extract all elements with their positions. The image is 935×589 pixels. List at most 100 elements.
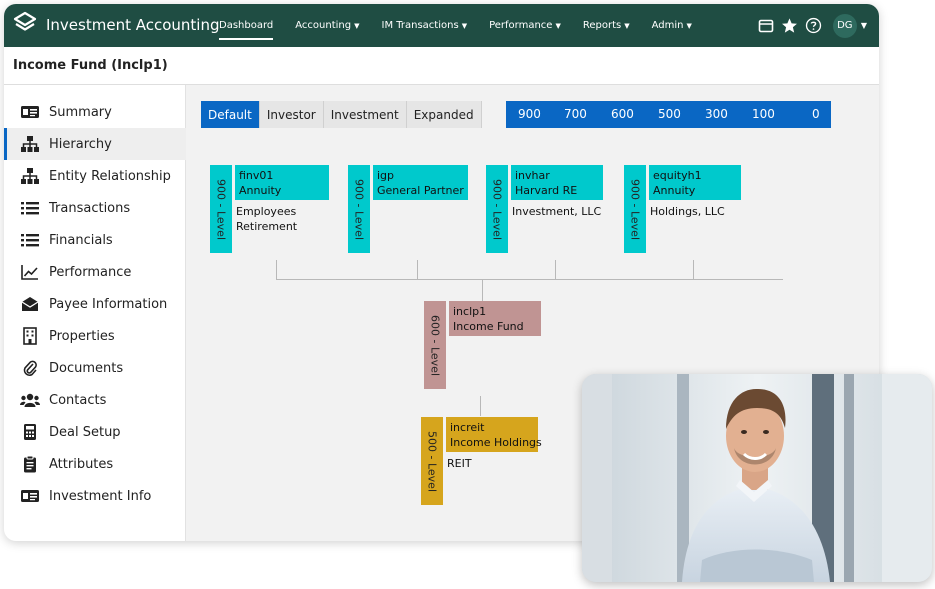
nav-accounting[interactable]: Accounting ▼: [286, 4, 368, 47]
level-900[interactable]: 900: [518, 107, 541, 121]
envelope-icon: [20, 295, 40, 313]
node-type: Income Fund: [453, 320, 524, 333]
nav-dashboard[interactable]: Dashboard: [210, 4, 282, 47]
connector-line: [693, 260, 694, 280]
nav-label: IM Transactions: [381, 20, 459, 31]
list-icon: [20, 199, 40, 217]
level-100[interactable]: 100: [752, 107, 775, 121]
nav-reports[interactable]: Reports ▼: [574, 4, 639, 47]
nav-im-transactions[interactable]: IM Transactions ▼: [373, 4, 477, 47]
hierarchy-icon: [20, 167, 40, 185]
hierarchy-node-finv01[interactable]: 900 - Level finv01 Annuity Employees Ret…: [210, 165, 350, 253]
star-icon[interactable]: [781, 17, 799, 35]
caret-down-icon: ▼: [555, 21, 561, 30]
header-actions: DG ▼: [751, 4, 867, 47]
tab-default[interactable]: Default: [201, 101, 260, 128]
node-code: inclp1: [453, 305, 487, 318]
hierarchy-icon: [20, 135, 40, 153]
sidebar-item-documents[interactable]: Documents: [4, 352, 186, 384]
app-title: Investment Accounting: [46, 16, 220, 34]
contacts-icon: [20, 391, 40, 409]
node-code: invhar: [515, 169, 550, 182]
sidebar-item-deal-setup[interactable]: Deal Setup: [4, 416, 186, 448]
sidebar-item-investment-info[interactable]: Investment Info: [4, 480, 186, 512]
help-icon[interactable]: [805, 17, 823, 35]
sidebar-item-contacts[interactable]: Contacts: [4, 384, 186, 416]
hierarchy-node-increit[interactable]: 500 - Level increit Income Holdings REIT: [421, 417, 546, 505]
caret-down-icon[interactable]: ▼: [861, 21, 867, 30]
page-header: Income Fund (Inclp1): [4, 47, 879, 85]
node-description: Investment, LLC: [512, 205, 602, 218]
nav-label: Reports: [582, 20, 622, 31]
hierarchy-node-invhar[interactable]: 900 - Level invhar Harvard RE Investment…: [486, 165, 611, 253]
nav-performance[interactable]: Performance ▼: [480, 4, 570, 47]
building-icon: [20, 327, 40, 345]
avatar[interactable]: DG: [832, 13, 857, 38]
node-level: 900 - Level: [214, 178, 228, 240]
connector-line: [417, 260, 418, 280]
level-300[interactable]: 300: [705, 107, 728, 121]
caret-down-icon: ▼: [354, 21, 360, 30]
sidebar-item-label: Performance: [49, 264, 132, 280]
sidebar-item-label: Payee Information: [49, 296, 168, 312]
paperclip-icon: [20, 359, 40, 377]
node-level: 900 - Level: [490, 178, 504, 240]
window-icon[interactable]: [757, 17, 775, 35]
tab-investment[interactable]: Investment: [323, 101, 407, 128]
clipboard-icon: [20, 455, 40, 473]
calculator-icon: [20, 423, 40, 441]
level-700[interactable]: 700: [564, 107, 587, 121]
sidebar-item-label: Transactions: [49, 200, 131, 216]
node-description: Retirement: [236, 220, 298, 233]
main-nav: Dashboard Accounting ▼ IM Transactions ▼ P…: [210, 4, 705, 47]
sidebar-item-label: Investment Info: [49, 488, 152, 504]
node-type: Income Holdings: [450, 436, 542, 449]
person-photo: [582, 374, 932, 582]
sidebar-item-transactions[interactable]: Transactions: [4, 192, 186, 224]
node-code: increit: [450, 421, 485, 434]
level-600[interactable]: 600: [611, 107, 634, 121]
nav-label: Accounting: [295, 20, 352, 31]
sidebar-item-label: Attributes: [49, 456, 114, 472]
sidebar-item-summary[interactable]: Summary: [4, 96, 186, 128]
sidebar-item-financials[interactable]: Financials: [4, 224, 186, 256]
sidebar-item-label: Summary: [49, 104, 112, 120]
sidebar-item-payee-information[interactable]: Payee Information: [4, 288, 186, 320]
caret-down-icon: ▼: [686, 21, 692, 30]
connector-line: [555, 260, 556, 280]
tab-investor[interactable]: Investor: [259, 101, 324, 128]
connector-line: [482, 279, 483, 301]
node-level: 900 - Level: [628, 178, 642, 240]
hierarchy-node-inclp1[interactable]: 600 - Level inclp1 Income Fund: [424, 301, 544, 389]
brand[interactable]: Investment Accounting: [12, 10, 220, 40]
sidebar-item-hierarchy[interactable]: Hierarchy: [4, 128, 186, 160]
connector-line: [480, 396, 481, 416]
sidebar-item-label: Deal Setup: [49, 424, 121, 440]
top-navbar: Investment Accounting Dashboard Accounti…: [4, 4, 879, 47]
tab-expanded[interactable]: Expanded: [406, 101, 482, 128]
sidebar-item-label: Hierarchy: [49, 136, 112, 152]
sidebar-item-label: Contacts: [49, 392, 107, 408]
node-type: Harvard RE: [515, 184, 578, 197]
sidebar-item-entity-relationship[interactable]: Entity Relationship: [4, 160, 186, 192]
level-0[interactable]: 0: [812, 107, 820, 121]
node-description: Employees: [236, 205, 297, 218]
caret-down-icon: ▼: [624, 21, 630, 30]
connector-line: [276, 279, 783, 280]
sidebar-item-label: Properties: [49, 328, 115, 344]
view-tabs: Default Investor Investment Expanded: [201, 101, 482, 128]
sidebar-item-attributes[interactable]: Attributes: [4, 448, 186, 480]
sidebar-item-label: Financials: [49, 232, 113, 248]
nav-admin[interactable]: Admin ▼: [643, 4, 701, 47]
level-500[interactable]: 500: [658, 107, 681, 121]
layers-logo-icon: [12, 10, 38, 40]
nav-label: Admin: [651, 20, 684, 31]
hierarchy-node-igp[interactable]: 900 - Level igp General Partner: [348, 165, 473, 253]
connector-line: [276, 260, 277, 280]
hierarchy-node-equityh1[interactable]: 900 - Level equityh1 Annuity Holdings, L…: [624, 165, 749, 253]
page-title: Income Fund (Inclp1): [13, 58, 168, 73]
sidebar-item-performance[interactable]: Performance: [4, 256, 186, 288]
nav-label: Performance: [489, 20, 553, 31]
sidebar-item-properties[interactable]: Properties: [4, 320, 186, 352]
node-level: 600 - Level: [428, 314, 442, 376]
